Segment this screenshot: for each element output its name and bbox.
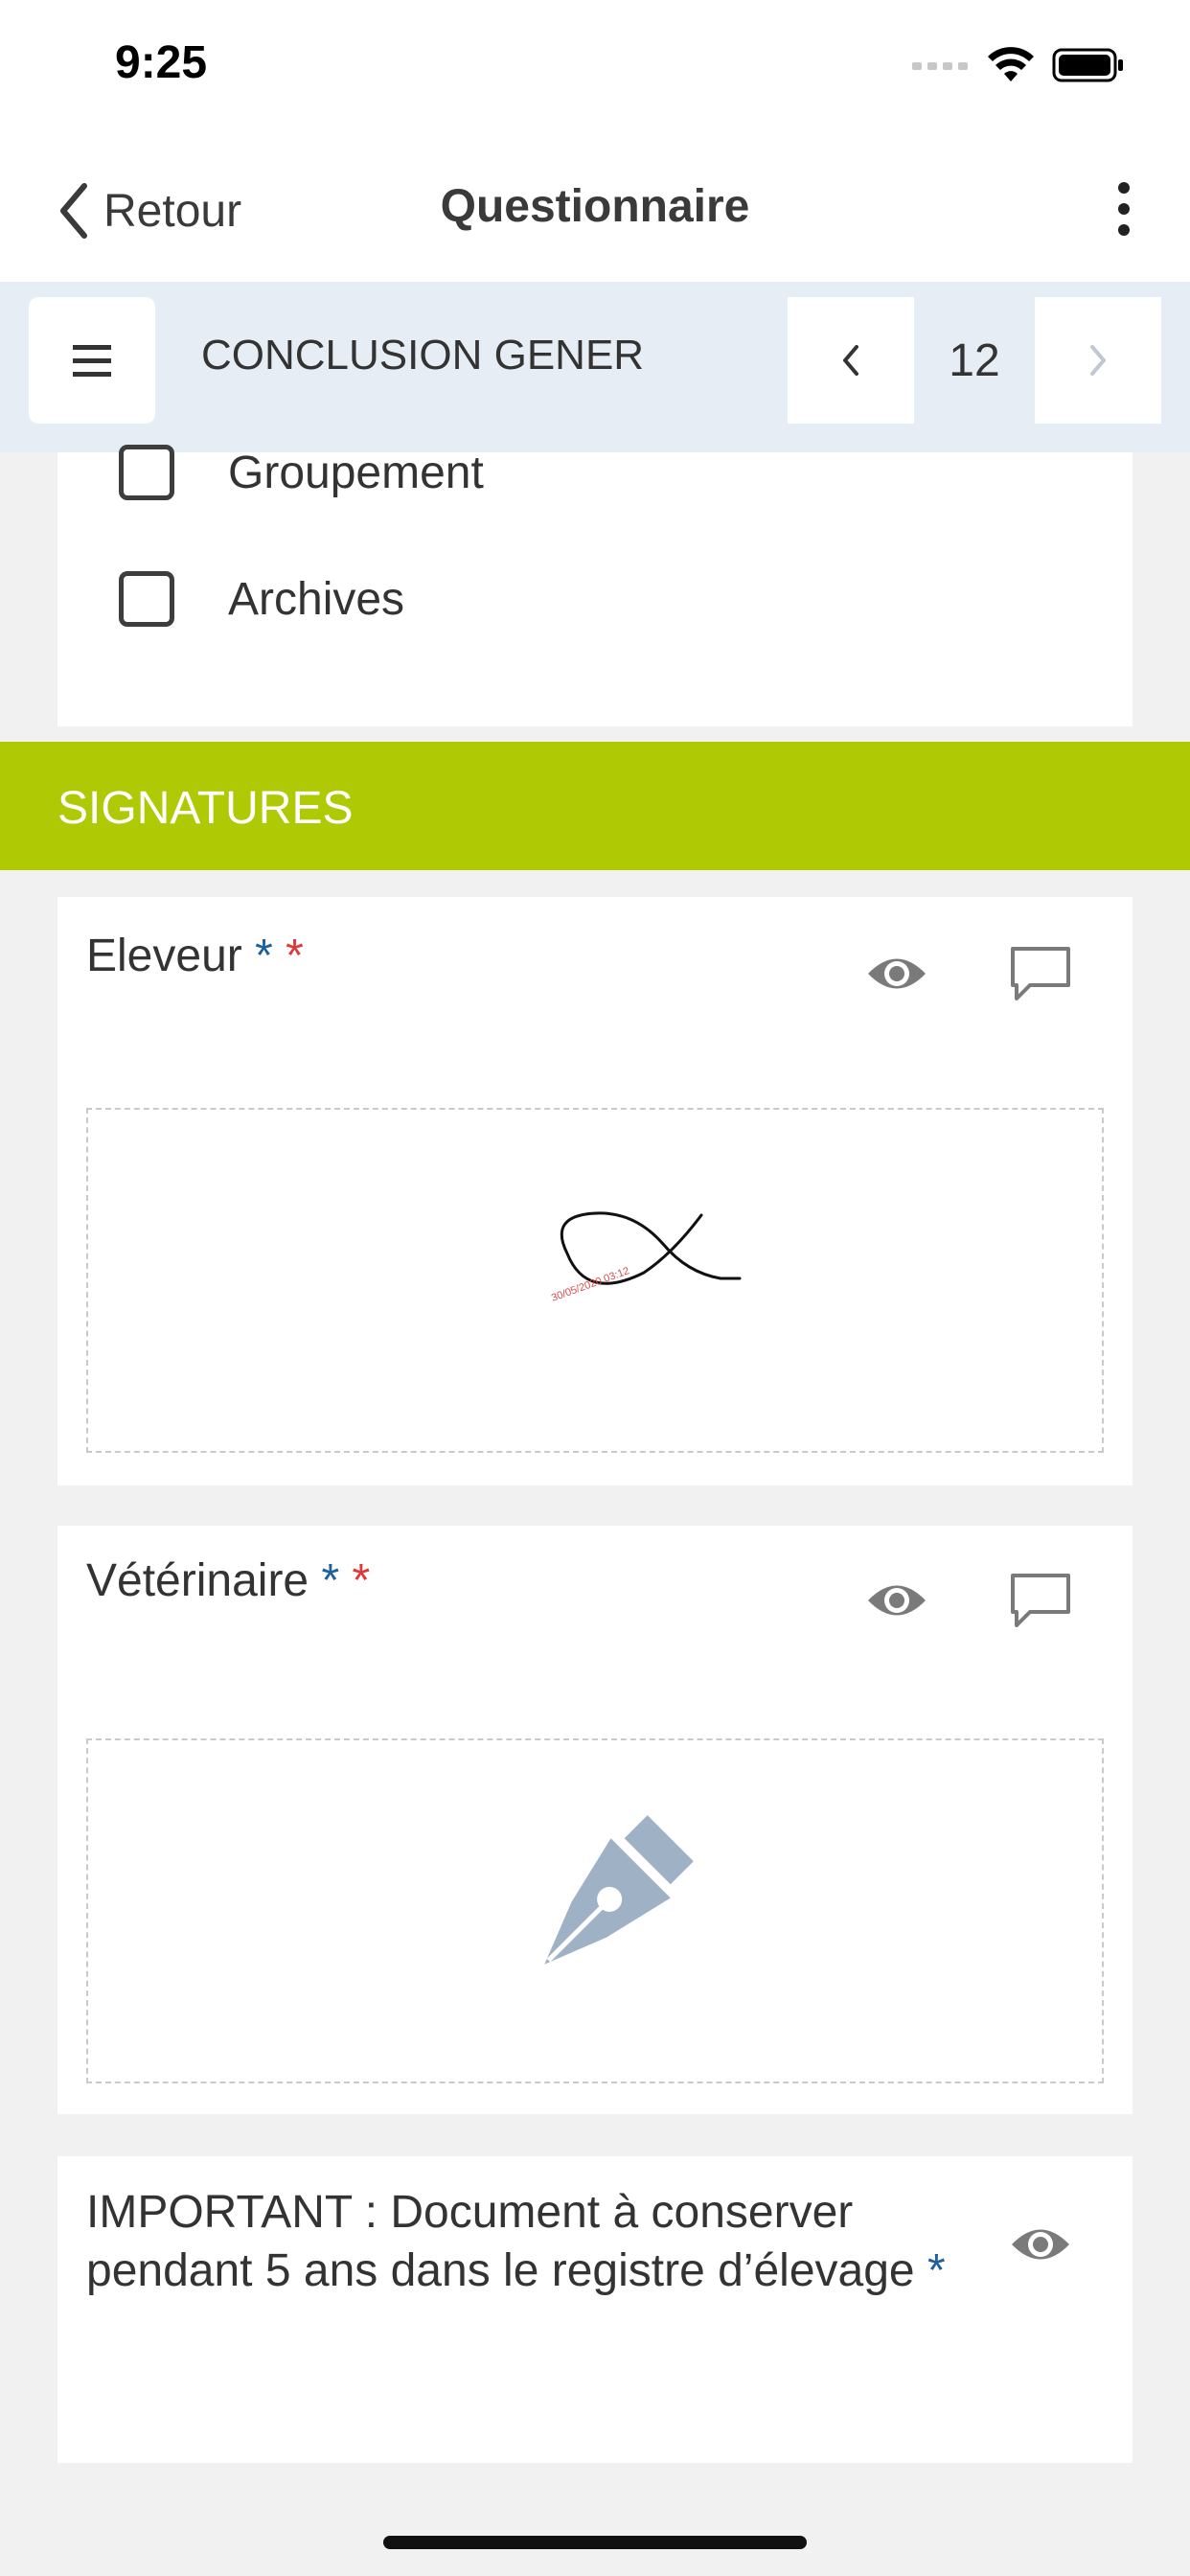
comment-button[interactable] xyxy=(1004,945,1077,1002)
required-star: * xyxy=(927,2245,946,2296)
checkbox-row-groupement[interactable]: Groupement xyxy=(119,445,484,500)
comment-icon xyxy=(1011,947,1070,1000)
signature-pad-eleveur[interactable]: 30/05/2020 03:12 xyxy=(86,1108,1104,1453)
battery-icon xyxy=(1052,48,1123,82)
checkbox[interactable] xyxy=(119,445,174,500)
comment-icon xyxy=(1011,1574,1070,1627)
eye-icon xyxy=(868,958,926,989)
section-navigation: CONCLUSION GENER 12 xyxy=(0,282,1190,452)
fountain-pen-icon xyxy=(544,1815,694,1965)
page-title: Questionnaire xyxy=(440,181,750,232)
visibility-button[interactable] xyxy=(860,945,933,1002)
chevron-right-icon xyxy=(1090,345,1106,376)
section-title: CONCLUSION GENER xyxy=(201,332,645,379)
field-label: Eleveur * * xyxy=(86,930,304,982)
signature-card-veterinaire: Vétérinaire * * xyxy=(57,1526,1133,2114)
checkbox-row-archives[interactable]: Archives xyxy=(119,571,404,627)
comment-button[interactable] xyxy=(1004,1572,1077,1629)
mandatory-star: * xyxy=(286,931,304,981)
section-banner: SIGNATURES xyxy=(0,742,1190,870)
menu-button[interactable] xyxy=(29,297,155,424)
chevron-left-icon xyxy=(843,345,858,376)
hamburger-icon xyxy=(73,344,111,350)
required-star: * xyxy=(321,1555,340,1606)
field-label-text: Eleveur xyxy=(86,931,242,981)
visibility-button[interactable] xyxy=(860,1572,933,1629)
navigation-bar: Retour Questionnaire xyxy=(0,134,1190,282)
banner-title: SIGNATURES xyxy=(57,783,354,834)
important-note-card: IMPORTANT : Document à conserver pendant… xyxy=(57,2156,1133,2463)
previous-section-button[interactable] xyxy=(788,297,914,424)
section-page-number: 12 xyxy=(949,334,1000,386)
signature-drawing: 30/05/2020 03:12 xyxy=(550,1211,742,1304)
checkbox-label: Groupement xyxy=(228,447,484,498)
signature-card-eleveur: Eleveur * * 30/05/2020 03:12 xyxy=(57,897,1133,1485)
required-star: * xyxy=(255,931,273,981)
status-time: 9:25 xyxy=(115,37,208,88)
signature-pad-veterinaire[interactable] xyxy=(86,1738,1104,2083)
more-options-button[interactable] xyxy=(1100,171,1148,247)
checkbox[interactable] xyxy=(119,571,174,627)
visibility-button[interactable] xyxy=(1004,2216,1077,2273)
checkbox-label: Archives xyxy=(228,573,405,625)
more-options-icon xyxy=(1118,182,1130,194)
important-note-body: IMPORTANT : Document à conserver pendant… xyxy=(86,2187,915,2296)
mandatory-star: * xyxy=(352,1555,371,1606)
wifi-icon xyxy=(988,47,1034,81)
status-icons xyxy=(912,46,1125,84)
field-label: Vétérinaire * * xyxy=(86,1554,370,1607)
important-note-text: IMPORTANT : Document à conserver pendant… xyxy=(86,2183,949,2300)
status-bar: 9:25 xyxy=(0,0,1190,134)
signature-stamp: 30/05/2020 03:12 xyxy=(550,1265,631,1304)
eye-icon xyxy=(868,1585,926,1616)
cellular-signal-icon xyxy=(912,62,968,70)
home-indicator xyxy=(383,2536,807,2549)
next-section-button[interactable] xyxy=(1035,297,1161,424)
checkbox-card: Groupement Archives xyxy=(57,445,1133,726)
eye-icon xyxy=(1012,2229,1069,2260)
field-label-text: Vétérinaire xyxy=(86,1555,309,1606)
